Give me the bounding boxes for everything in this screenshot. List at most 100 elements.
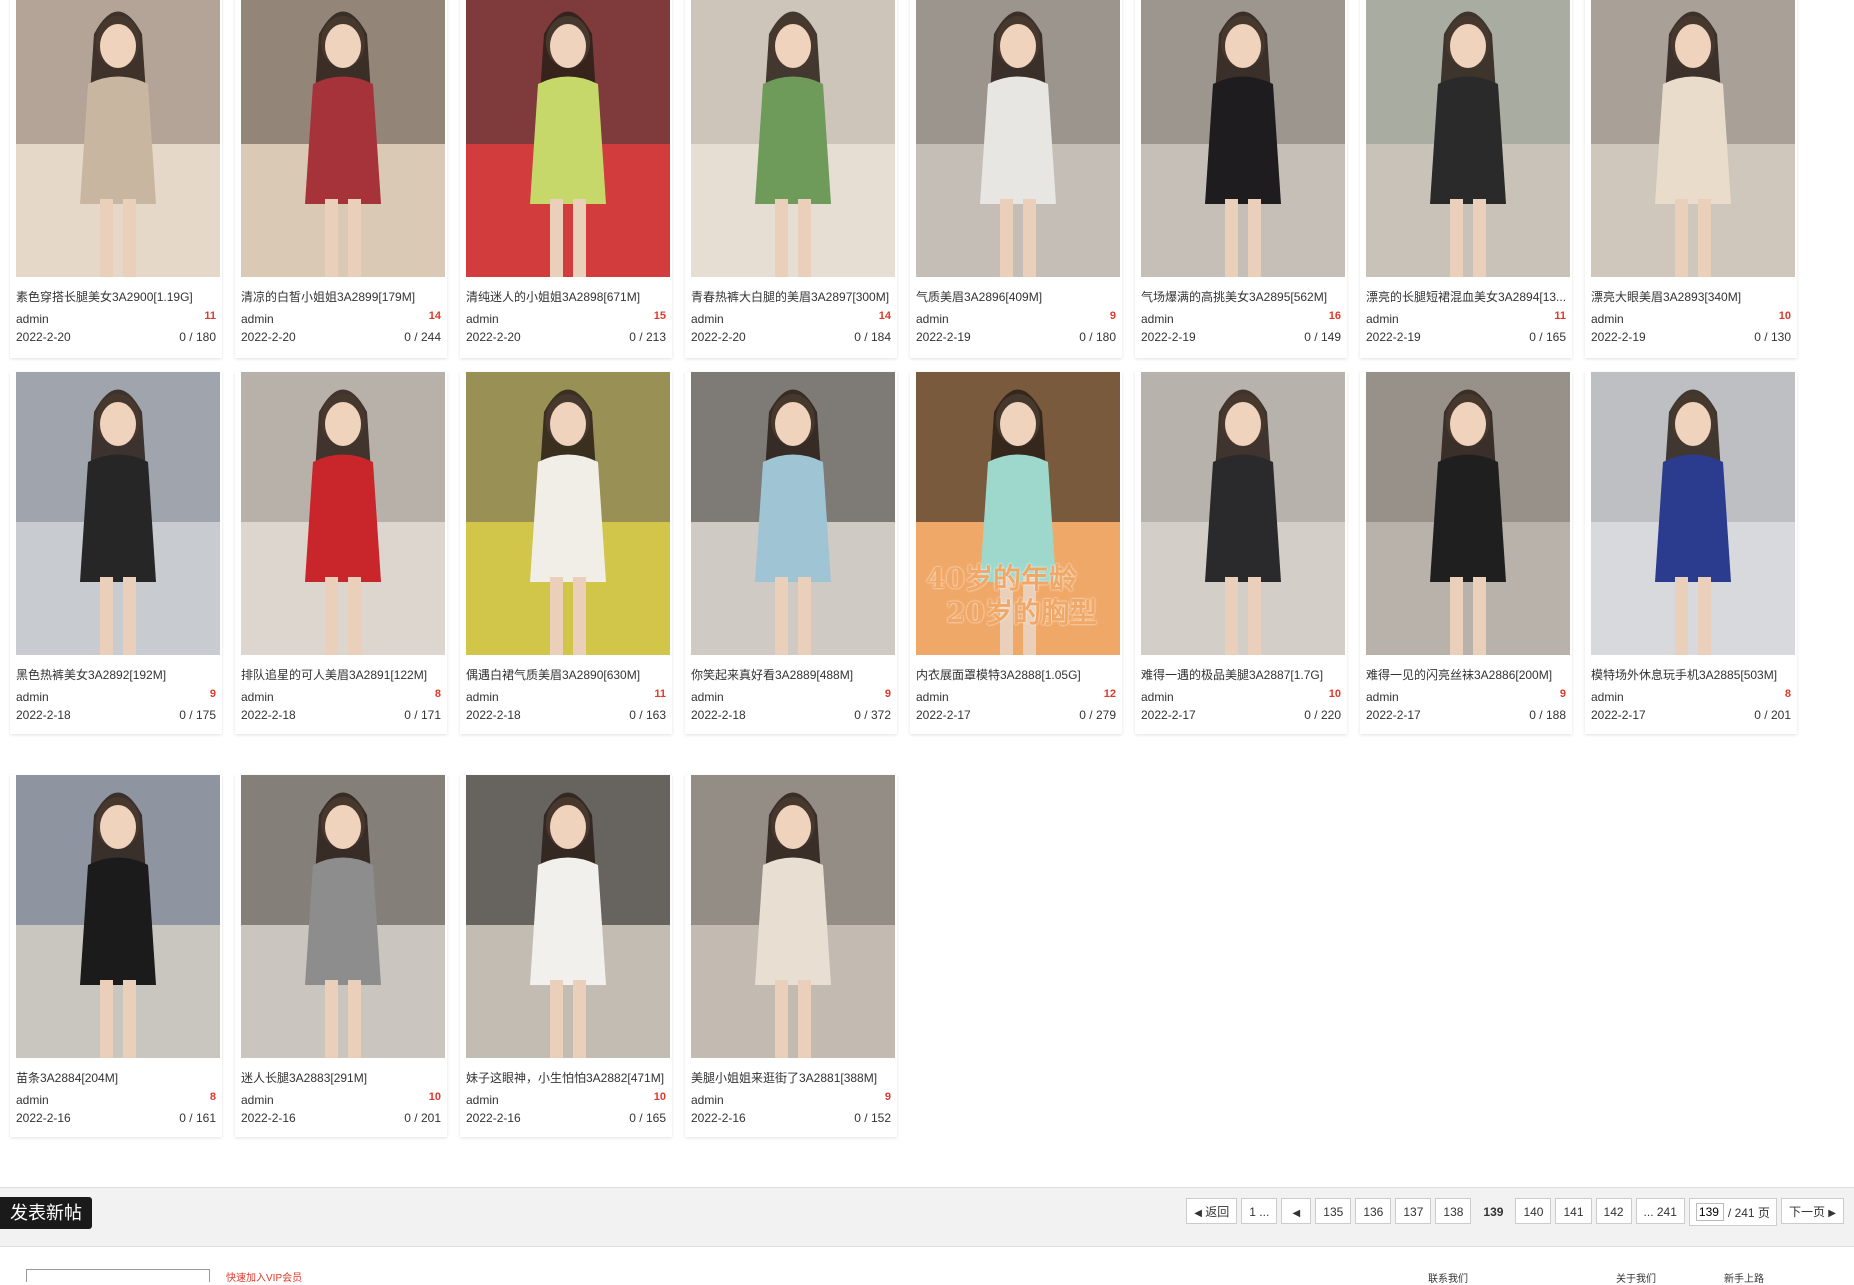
thread-card[interactable]: 清纯迷人的小姐姐3A2898[671M] admin 15 2022-2-20 … [460, 0, 672, 358]
thread-title[interactable]: 黑色热裤美女3A2892[192M] [16, 666, 220, 683]
thread-title[interactable]: 青春热裤大白腿的美眉3A2897[300M] [691, 288, 895, 305]
thread-thumbnail[interactable] [16, 775, 220, 1058]
prev-page-button[interactable]: ◀ [1281, 1198, 1312, 1224]
thread-title[interactable]: 美腿小姐姐来逛街了3A2881[388M] [691, 1069, 895, 1086]
thread-title[interactable]: 气质美眉3A2896[409M] [916, 288, 1120, 305]
thread-author[interactable]: admin [1141, 312, 1174, 326]
thread-card[interactable]: 美腿小姐姐来逛街了3A2881[388M] admin 9 2022-2-16 … [685, 775, 897, 1137]
thread-author[interactable]: admin [1591, 690, 1624, 704]
thread-thumbnail[interactable]: 40岁的年龄 20岁的胸型 [916, 372, 1120, 655]
thread-author[interactable]: admin [916, 312, 949, 326]
thread-title[interactable]: 难得一见的闪亮丝袜3A2886[200M] [1366, 666, 1570, 683]
thread-thumbnail[interactable] [466, 372, 670, 655]
footer-link-contact[interactable]: 联系我们 [1428, 1270, 1468, 1285]
new-post-button[interactable]: 发表新帖 [0, 1197, 92, 1229]
thread-thumbnail[interactable] [691, 775, 895, 1058]
thread-card[interactable]: 排队追星的可人美眉3A2891[122M] admin 8 2022-2-18 … [235, 372, 447, 734]
page-last[interactable]: ... 241 [1635, 1198, 1685, 1224]
thread-title[interactable]: 你笑起来真好看3A2889[488M] [691, 666, 895, 683]
thread-card[interactable]: 迷人长腿3A2883[291M] admin 10 2022-2-16 0 / … [235, 775, 447, 1137]
next-page-button[interactable]: 下一页 ▶ [1780, 1198, 1844, 1224]
page-137[interactable]: 137 [1395, 1198, 1432, 1224]
thread-title[interactable]: 模特场外休息玩手机3A2885[503M] [1591, 666, 1795, 683]
thread-author[interactable]: admin [466, 690, 499, 704]
thread-card[interactable]: 气场爆满的高挑美女3A2895[562M] admin 16 2022-2-19… [1135, 0, 1347, 358]
reply-view-count: 0 / 161 [179, 1111, 216, 1125]
thread-author[interactable]: admin [1366, 690, 1399, 704]
thread-title[interactable]: 漂亮的长腿短裙混血美女3A2894[13... [1366, 288, 1570, 305]
thread-title[interactable]: 妹子这眼神，小生怕怕3A2882[471M] [466, 1069, 670, 1086]
thread-title[interactable]: 气场爆满的高挑美女3A2895[562M] [1141, 288, 1345, 305]
thread-card[interactable]: 漂亮大眼美眉3A2893[340M] admin 10 2022-2-19 0 … [1585, 0, 1797, 358]
page-first[interactable]: 1 ... [1241, 1198, 1278, 1224]
thread-author[interactable]: admin [241, 1093, 274, 1107]
thread-thumbnail[interactable] [241, 775, 445, 1058]
thread-card[interactable]: 妹子这眼神，小生怕怕3A2882[471M] admin 10 2022-2-1… [460, 775, 672, 1137]
thread-thumbnail[interactable] [16, 0, 220, 277]
thread-title[interactable]: 素色穿搭长腿美女3A2900[1.19G] [16, 288, 220, 305]
thread-thumbnail[interactable] [466, 0, 670, 277]
thread-title[interactable]: 苗条3A2884[204M] [16, 1069, 220, 1086]
thread-title[interactable]: 内衣展面罩模特3A2888[1.05G] [916, 666, 1120, 683]
thread-card[interactable]: 难得一遇的极品美腿3A2887[1.7G] admin 10 2022-2-17… [1135, 372, 1347, 734]
thread-thumbnail[interactable] [1366, 372, 1570, 655]
thread-thumbnail[interactable] [1141, 372, 1345, 655]
thread-author[interactable]: admin [1141, 690, 1174, 704]
page-135[interactable]: 135 [1315, 1198, 1352, 1224]
thread-thumbnail[interactable] [1141, 0, 1345, 277]
back-button[interactable]: ◀ 返回 [1186, 1198, 1238, 1224]
thread-card[interactable]: 气质美眉3A2896[409M] admin 9 2022-2-19 0 / 1… [910, 0, 1122, 358]
thread-author[interactable]: admin [241, 690, 274, 704]
thread-author[interactable]: admin [16, 312, 49, 326]
thread-title[interactable]: 清凉的白皙小姐姐3A2899[179M] [241, 288, 445, 305]
thread-thumbnail[interactable] [1591, 0, 1795, 277]
thread-author[interactable]: admin [1591, 312, 1624, 326]
thread-author[interactable]: admin [691, 690, 724, 704]
thread-thumbnail[interactable] [241, 0, 445, 277]
thread-author[interactable]: admin [241, 312, 274, 326]
thread-card[interactable]: 难得一见的闪亮丝袜3A2886[200M] admin 9 2022-2-17 … [1360, 372, 1572, 734]
thread-title[interactable]: 难得一遇的极品美腿3A2887[1.7G] [1141, 666, 1345, 683]
thread-title[interactable]: 偶遇白裙气质美眉3A2890[630M] [466, 666, 670, 683]
footer-link-about[interactable]: 关于我们 [1616, 1270, 1656, 1285]
thread-thumbnail[interactable] [466, 775, 670, 1058]
thread-author[interactable]: admin [16, 690, 49, 704]
thread-thumbnail[interactable] [1591, 372, 1795, 655]
thread-card[interactable]: 黑色热裤美女3A2892[192M] admin 9 2022-2-18 0 /… [10, 372, 222, 734]
thread-title[interactable]: 迷人长腿3A2883[291M] [241, 1069, 445, 1086]
thread-thumbnail[interactable] [916, 0, 1120, 277]
thread-card[interactable]: 漂亮的长腿短裙混血美女3A2894[13... admin 11 2022-2-… [1360, 0, 1572, 358]
thread-author[interactable]: admin [466, 312, 499, 326]
thread-author[interactable]: admin [16, 1093, 49, 1107]
thread-author[interactable]: admin [466, 1093, 499, 1107]
page-141[interactable]: 141 [1555, 1198, 1592, 1224]
thread-title[interactable]: 清纯迷人的小姐姐3A2898[671M] [466, 288, 670, 305]
page-136[interactable]: 136 [1355, 1198, 1392, 1224]
footer-link-newbie[interactable]: 新手上路 [1724, 1270, 1764, 1285]
thread-date: 2022-2-18 [466, 708, 521, 722]
thread-thumbnail[interactable] [1366, 0, 1570, 277]
page-138[interactable]: 138 [1435, 1198, 1472, 1224]
promo-text-2: 20岁的胸型 [946, 596, 1097, 629]
thread-thumbnail[interactable] [691, 372, 895, 655]
page-140[interactable]: 140 [1515, 1198, 1552, 1224]
thread-card[interactable]: 你笑起来真好看3A2889[488M] admin 9 2022-2-18 0 … [685, 372, 897, 734]
thread-author[interactable]: admin [691, 312, 724, 326]
thread-card[interactable]: 模特场外休息玩手机3A2885[503M] admin 8 2022-2-17 … [1585, 372, 1797, 734]
thread-card[interactable]: 偶遇白裙气质美眉3A2890[630M] admin 11 2022-2-18 … [460, 372, 672, 734]
thread-thumbnail[interactable] [16, 372, 220, 655]
thread-thumbnail[interactable] [241, 372, 445, 655]
thread-card[interactable]: 清凉的白皙小姐姐3A2899[179M] admin 14 2022-2-20 … [235, 0, 447, 358]
thread-author[interactable]: admin [916, 690, 949, 704]
page-jump-input[interactable] [1695, 1203, 1724, 1221]
thread-author[interactable]: admin [1366, 312, 1399, 326]
page-142[interactable]: 142 [1595, 1198, 1632, 1224]
thread-title[interactable]: 漂亮大眼美眉3A2893[340M] [1591, 288, 1795, 305]
thread-title[interactable]: 排队追星的可人美眉3A2891[122M] [241, 666, 445, 683]
thread-card[interactable]: 青春热裤大白腿的美眉3A2897[300M] admin 14 2022-2-2… [685, 0, 897, 358]
thread-card[interactable]: 素色穿搭长腿美女3A2900[1.19G] admin 11 2022-2-20… [10, 0, 222, 358]
thread-card[interactable]: 苗条3A2884[204M] admin 8 2022-2-16 0 / 161 [10, 775, 222, 1137]
thread-author[interactable]: admin [691, 1093, 724, 1107]
thread-thumbnail[interactable] [691, 0, 895, 277]
thread-card[interactable]: 40岁的年龄 20岁的胸型 内衣展面罩模特3A2888[1.05G] admin… [910, 372, 1122, 734]
